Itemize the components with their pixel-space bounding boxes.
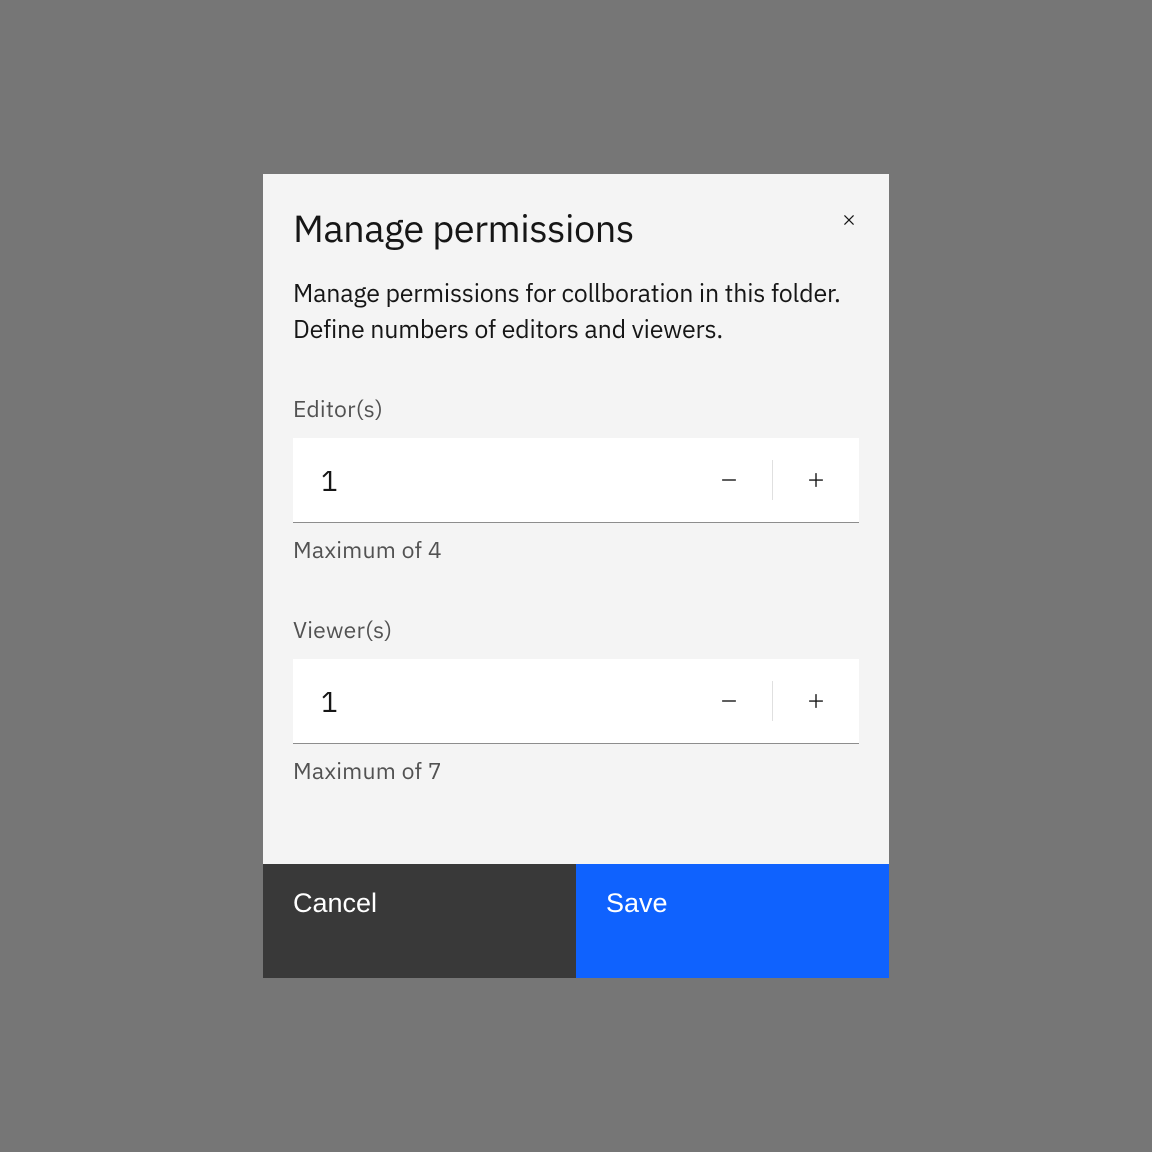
plus-icon: [805, 690, 827, 712]
close-button[interactable]: [831, 202, 867, 238]
viewers-label: Viewer(s): [293, 615, 859, 645]
viewers-helper: Maximum of 7: [293, 756, 859, 786]
editors-label: Editor(s): [293, 394, 859, 424]
minus-icon: [718, 690, 740, 712]
editors-increment-button[interactable]: [773, 438, 859, 522]
editors-helper: Maximum of 4: [293, 535, 859, 565]
cancel-button[interactable]: Cancel: [263, 864, 576, 978]
permissions-modal: Manage permissions Manage permissions fo…: [263, 174, 889, 978]
close-icon: [839, 210, 859, 230]
modal-description: Manage permissions for collboration in t…: [263, 253, 889, 346]
editors-value[interactable]: 1: [293, 462, 686, 499]
modal-title: Manage permissions: [293, 204, 634, 253]
modal-footer: Cancel Save: [263, 864, 889, 978]
editors-field-group: Editor(s) 1 Maximum of 4: [263, 394, 889, 565]
modal-header: Manage permissions: [263, 174, 889, 253]
viewers-increment-button[interactable]: [773, 659, 859, 743]
editors-decrement-button[interactable]: [686, 438, 772, 522]
save-button[interactable]: Save: [576, 864, 889, 978]
editors-number-input: 1: [293, 438, 859, 523]
viewers-field-group: Viewer(s) 1 Maximum of 7: [263, 615, 889, 786]
editors-controls: [686, 438, 859, 522]
viewers-decrement-button[interactable]: [686, 659, 772, 743]
minus-icon: [718, 469, 740, 491]
plus-icon: [805, 469, 827, 491]
viewers-controls: [686, 659, 859, 743]
viewers-number-input: 1: [293, 659, 859, 744]
viewers-value[interactable]: 1: [293, 683, 686, 720]
